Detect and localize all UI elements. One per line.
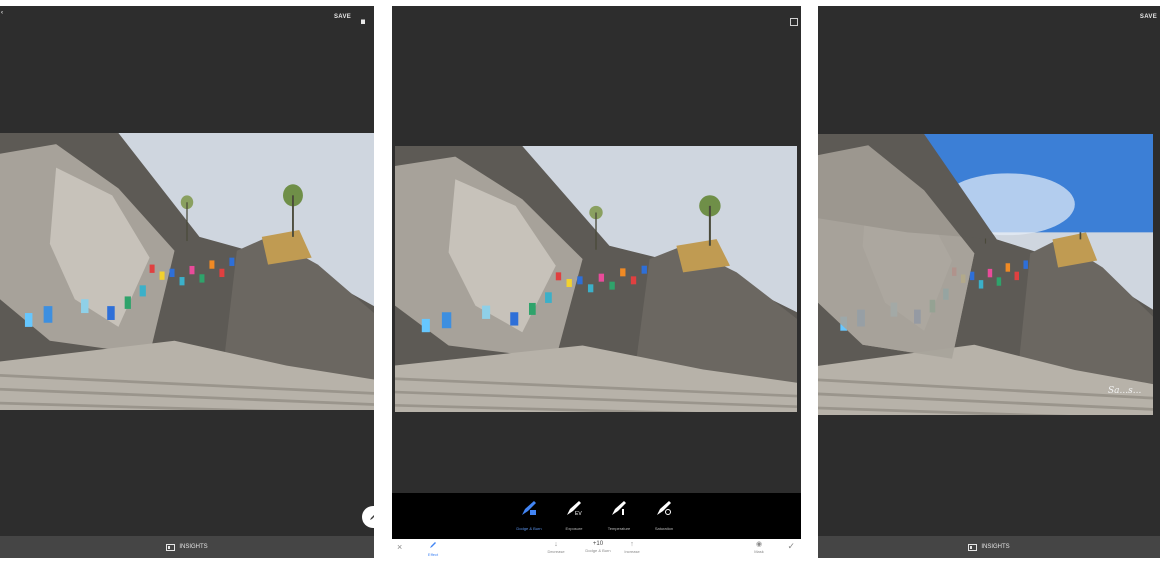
photo-original — [0, 133, 374, 410]
tool-label: Saturation — [654, 526, 674, 531]
check-icon[interactable]: ✓ — [787, 542, 795, 551]
insights-icon — [968, 543, 978, 551]
brush-ev-icon: EV — [564, 501, 584, 521]
effect-label: Effect — [427, 552, 439, 557]
effect-button[interactable]: Effect — [422, 541, 444, 557]
brush-tool-panel: Dodge & Burn EV Exposure Temperature Sat… — [392, 6, 801, 558]
tool-dodge-burn[interactable]: Dodge & Burn — [504, 499, 554, 531]
adjust-bar: × Effect ↓ Decrease +10 Dodge & Burn ↑ I… — [392, 539, 801, 558]
edit-fab[interactable] — [362, 506, 374, 528]
effect-value: +10 Dodge & Burn — [578, 540, 618, 553]
photo-editing — [395, 146, 797, 412]
insights-icon — [166, 543, 176, 551]
signature-watermark: Sa...s... — [1108, 386, 1142, 396]
brush-temperature-icon — [609, 501, 629, 521]
close-icon[interactable]: × — [397, 543, 402, 552]
tool-saturation[interactable]: Saturation — [639, 499, 689, 531]
brush-effect-icon — [422, 541, 444, 552]
tool-temperature[interactable]: Temperature — [594, 499, 644, 531]
right-result-panel: SAVE Sa...s... INSIGHTS — [818, 6, 1160, 558]
value-number: +10 — [592, 541, 604, 547]
compare-icon[interactable] — [790, 18, 798, 26]
insights-bar[interactable]: INSIGHTS — [0, 536, 374, 558]
brush-saturation-icon — [654, 501, 674, 521]
back-icon[interactable]: ‹ — [1, 10, 3, 16]
insights-bar[interactable]: INSIGHTS — [818, 536, 1160, 558]
save-button[interactable]: SAVE — [1140, 14, 1157, 20]
decrease-button[interactable]: ↓ Decrease — [542, 541, 570, 554]
eye-icon: ◉ — [755, 541, 763, 548]
value-label: Dodge & Burn — [585, 548, 611, 553]
increase-label: Increase — [624, 549, 640, 554]
svg-text:EV: EV — [575, 511, 582, 517]
tool-label: Dodge & Burn — [516, 526, 542, 531]
left-editor-panel: ‹ SAVE INSIGHTS — [0, 6, 374, 558]
brush-toolbar: Dodge & Burn EV Exposure Temperature Sat… — [392, 493, 801, 539]
edit-icon — [369, 508, 374, 526]
insights-label: INSIGHTS — [179, 544, 208, 550]
increase-button[interactable]: ↑ Increase — [618, 541, 646, 554]
brush-dodge-icon — [519, 501, 539, 521]
mask-button[interactable]: ◉ Mask — [748, 541, 770, 554]
hand-icon[interactable] — [359, 12, 367, 24]
tool-exposure[interactable]: EV Exposure — [549, 499, 599, 531]
save-button[interactable]: SAVE — [334, 14, 351, 20]
insights-label: INSIGHTS — [981, 544, 1010, 550]
arrow-up-icon: ↑ — [630, 541, 634, 548]
decrease-label: Decrease — [547, 549, 565, 554]
mask-label: Mask — [754, 549, 764, 554]
tool-label: Exposure — [565, 526, 583, 531]
tool-label: Temperature — [607, 526, 631, 531]
arrow-down-icon: ↓ — [554, 541, 558, 548]
photo-edited — [818, 134, 1153, 415]
